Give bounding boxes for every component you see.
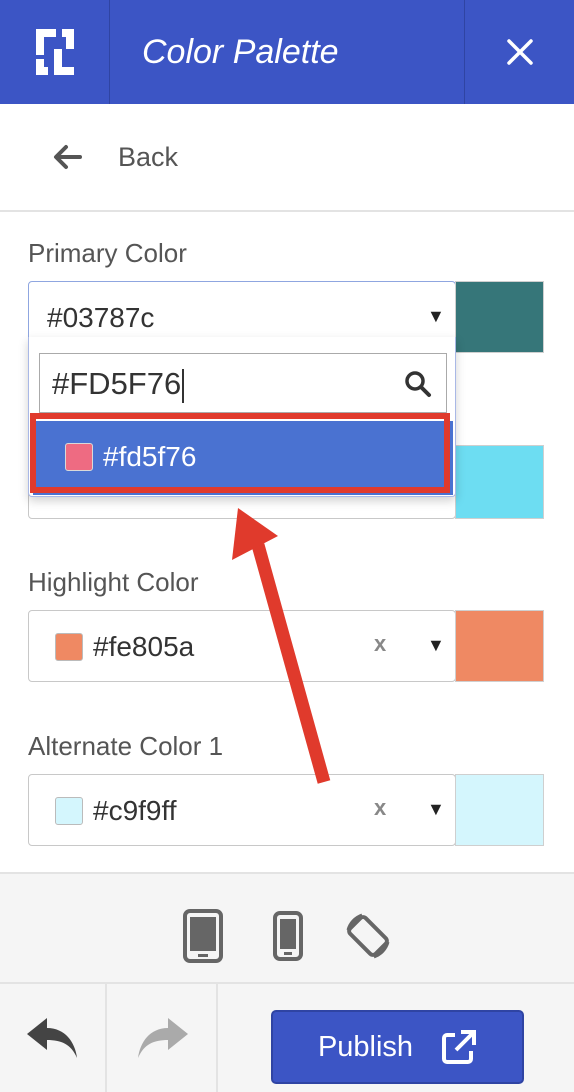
tablet-icon[interactable] <box>182 908 224 964</box>
undo-button[interactable] <box>0 984 107 1092</box>
color-search-input[interactable]: #FD5F76 <box>39 353 447 413</box>
color-dropdown: #FD5F76 #fd5f76 <box>28 337 456 497</box>
chevron-down-icon[interactable]: ▼ <box>427 306 445 327</box>
color-search-value: #FD5F76 <box>52 366 182 401</box>
alternate-clear-button[interactable]: x <box>374 795 386 821</box>
alternate-color-1-value: #c9f9ff <box>93 795 177 826</box>
highlight-color-swatch[interactable] <box>455 610 544 682</box>
bottom-toolbar: Publish <box>0 984 574 1092</box>
primary-color-swatch[interactable] <box>455 281 544 353</box>
option-swatch <box>65 443 93 471</box>
phone-icon[interactable] <box>272 910 304 962</box>
arrow-left-icon <box>54 145 82 169</box>
publish-label: Publish <box>317 1030 414 1063</box>
primary-color-value: #03787c <box>47 302 155 333</box>
redo-button[interactable] <box>107 984 218 1092</box>
app-logo-icon <box>35 29 74 75</box>
back-button[interactable]: Back <box>0 104 574 212</box>
highlight-mini-swatch <box>55 633 83 661</box>
color-option-fd5f76[interactable]: #fd5f76 <box>33 421 453 495</box>
redo-icon <box>137 1018 188 1058</box>
alternate-color-1-swatch[interactable] <box>455 774 544 846</box>
close-button[interactable] <box>464 0 574 104</box>
undo-icon <box>26 1018 77 1058</box>
close-icon <box>506 39 533 65</box>
highlight-clear-button[interactable]: x <box>374 631 386 657</box>
alternate-color-1-label: Alternate Color 1 <box>28 731 224 761</box>
highlight-color-label: Highlight Color <box>28 567 199 597</box>
header-bar: Color Palette <box>0 0 574 104</box>
rotate-icon[interactable] <box>342 910 394 962</box>
highlight-color-select[interactable]: #fe805a x ▼ <box>28 610 456 682</box>
external-link-icon <box>442 1030 477 1064</box>
app-logo[interactable] <box>0 0 110 104</box>
alternate-color-1-select[interactable]: #c9f9ff x ▼ <box>28 774 456 846</box>
search-icon <box>405 371 431 397</box>
secondary-color-swatch[interactable] <box>455 445 544 519</box>
device-preview-bar <box>0 872 574 984</box>
page-title: Color Palette <box>142 32 339 71</box>
alternate-mini-swatch <box>55 797 83 825</box>
chevron-down-icon[interactable]: ▼ <box>427 799 445 820</box>
publish-button[interactable]: Publish <box>271 1010 524 1084</box>
back-label: Back <box>118 141 179 172</box>
chevron-down-icon[interactable]: ▼ <box>427 635 445 656</box>
primary-color-label: Primary Color <box>28 238 187 268</box>
option-label: #fd5f76 <box>103 441 197 472</box>
highlight-color-value: #fe805a <box>93 631 195 662</box>
